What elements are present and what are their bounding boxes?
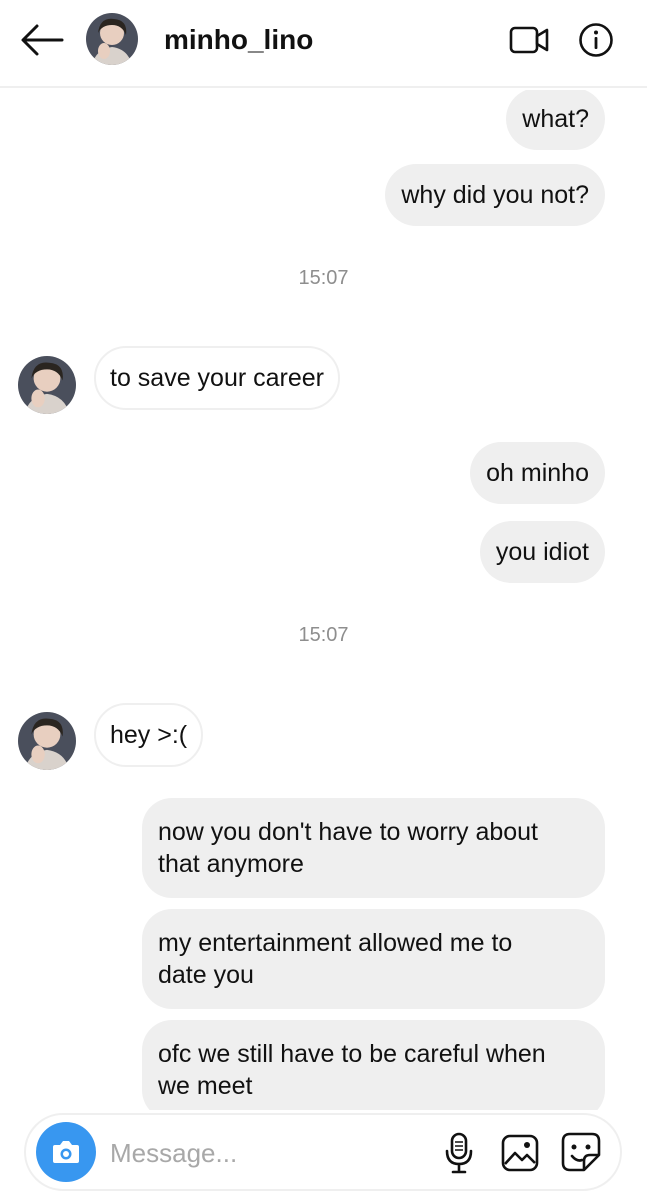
message-timestamp: 15:07	[298, 624, 349, 646]
camera-icon	[53, 1141, 79, 1163]
message-text: we meet	[158, 1072, 253, 1100]
message-text: my entertainment allowed me to	[158, 929, 513, 957]
sender-avatar[interactable]	[18, 356, 76, 414]
video-call-button[interactable]	[508, 22, 550, 58]
incoming-message[interactable]: to save your career	[94, 346, 340, 410]
chat-username[interactable]: minho_lino	[164, 24, 313, 56]
info-icon	[579, 23, 613, 57]
sender-avatar[interactable]	[18, 712, 76, 770]
profile-photo	[18, 356, 76, 414]
message-text: now you don't have to worry about	[158, 818, 539, 846]
message-text: what?	[522, 105, 589, 133]
microphone-icon	[445, 1132, 473, 1174]
outgoing-message[interactable]: oh minho	[470, 442, 605, 504]
message-text: that anymore	[158, 850, 304, 878]
profile-photo	[18, 712, 76, 770]
sticker-icon	[561, 1132, 601, 1172]
incoming-message[interactable]: hey >:(	[94, 703, 204, 767]
video-camera-icon	[509, 26, 549, 54]
message-text: why did you not?	[401, 181, 589, 209]
message-input[interactable]	[110, 1133, 430, 1173]
gallery-icon	[501, 1134, 539, 1172]
message-text: to save your career	[110, 364, 324, 392]
message-timestamp: 15:07	[298, 267, 349, 289]
voice-message-button[interactable]	[442, 1131, 476, 1175]
camera-button[interactable]	[36, 1122, 96, 1182]
message-text: date you	[158, 961, 254, 989]
outgoing-message[interactable]: why did you not?	[385, 164, 605, 226]
outgoing-message[interactable]: ofc we still have to be careful when we …	[142, 1020, 605, 1110]
info-button[interactable]	[578, 22, 614, 58]
message-text: oh minho	[486, 459, 589, 487]
message-text: you idiot	[495, 538, 589, 566]
message-text: hey >:(	[110, 721, 188, 749]
header-avatar[interactable]	[86, 13, 138, 65]
outgoing-message[interactable]: now you don't have to worry about that a…	[142, 798, 605, 898]
sticker-button[interactable]	[560, 1131, 602, 1173]
outgoing-message[interactable]: my entertainment allowed me to date you	[142, 909, 605, 1009]
chat-header: minho_lino	[0, 0, 647, 88]
message-composer	[24, 1113, 622, 1191]
gallery-button[interactable]	[500, 1133, 540, 1173]
profile-photo	[86, 13, 138, 65]
message-text: ofc we still have to be careful when	[158, 1040, 546, 1068]
arrow-left-icon	[21, 24, 64, 56]
outgoing-message[interactable]: you idiot	[479, 521, 605, 583]
message-thread[interactable]: what? why did you not? 15:07 to save you…	[0, 90, 647, 1110]
back-button[interactable]	[18, 20, 64, 60]
outgoing-message[interactable]: what?	[506, 90, 605, 150]
